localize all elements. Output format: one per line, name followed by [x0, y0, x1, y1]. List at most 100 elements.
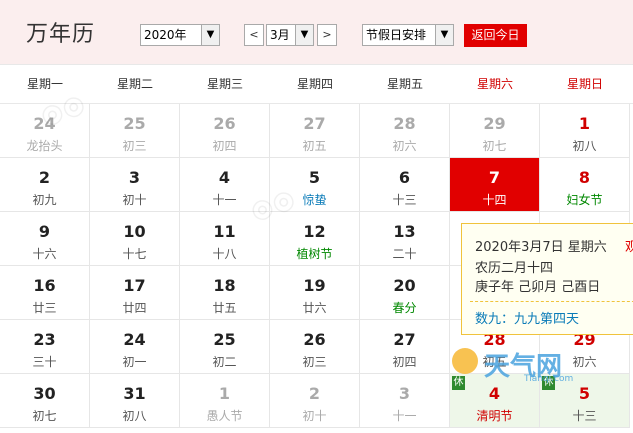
day-number: 8	[578, 168, 591, 187]
day-number: 9	[38, 222, 51, 241]
calendar-day-cell[interactable]: 24 初一	[90, 320, 180, 374]
lunar-label: 十六	[32, 247, 57, 261]
lunar-label: 初五	[302, 139, 327, 153]
lunar-label: 初四	[212, 139, 237, 153]
day-number: 25	[123, 114, 146, 133]
lunar-label: 春分	[392, 301, 417, 315]
weekday-label: 星期四	[296, 77, 333, 91]
day-number: 1	[218, 384, 231, 403]
lunar-label: 二十	[392, 247, 417, 261]
day-number: 3	[398, 384, 411, 403]
calendar-day-cell[interactable]: 30 初七	[0, 374, 90, 428]
day-number: 19	[303, 276, 326, 295]
weekday-label: 星期二	[116, 77, 153, 91]
day-number: 1	[578, 114, 591, 133]
popup-extra: 观	[625, 240, 633, 255]
holiday-value: 节假日安排	[366, 28, 427, 42]
brand-url: Tianqi.com	[524, 374, 574, 384]
back-to-today-button[interactable]: 返回今日	[464, 24, 527, 47]
calendar-day-cell[interactable]: 12 植树节	[270, 212, 360, 266]
brand-watermark: 天气网 Tianqi.com	[444, 344, 594, 388]
day-number: 3	[128, 168, 141, 187]
lunar-label: 初八	[122, 409, 147, 423]
chevron-down-icon: ▼	[435, 25, 453, 45]
weekday-label: 星期五	[386, 77, 423, 91]
lunar-label: 初七	[32, 409, 57, 423]
lunar-label: 廿四	[122, 301, 147, 315]
calendar-day-cell[interactable]: 27 初四	[360, 320, 450, 374]
prev-month-button[interactable]: <	[244, 24, 264, 46]
calendar-day-cell[interactable]: 8 妇女节	[540, 158, 630, 212]
calendar-day-cell[interactable]: 3 十一	[360, 374, 450, 428]
day-number: 16	[33, 276, 56, 295]
calendar-day-cell[interactable]: 10 十七	[90, 212, 180, 266]
calendar-day-cell[interactable]: 1 初八	[540, 104, 630, 158]
holiday-select[interactable]: 节假日安排 ▼	[362, 24, 454, 46]
lunar-label: 初七	[482, 139, 507, 153]
lunar-label: 初六	[392, 139, 417, 153]
day-number: 30	[33, 384, 56, 403]
lunar-label: 廿五	[212, 301, 237, 315]
lunar-label: 清明节	[476, 409, 513, 423]
header-bar: 万年历 2020年 ▼ < 3月 ▼ > 节假日安排 ▼ 返回今日	[0, 0, 633, 64]
calendar-day-cell[interactable]: 19 廿六	[270, 266, 360, 320]
calendar-day-cell[interactable]: 25 初三	[90, 104, 180, 158]
day-number: 24	[123, 330, 146, 349]
calendar-day-cell[interactable]: 13 二十	[360, 212, 450, 266]
lunar-label: 初十	[122, 193, 147, 207]
lunar-label: 初二	[212, 355, 237, 369]
lunar-label: 初八	[572, 139, 597, 153]
lunar-label: 十三	[572, 409, 597, 423]
weekday-label: 星期日	[566, 77, 603, 91]
calendar-day-cell[interactable]: 1 愚人节	[180, 374, 270, 428]
month-select[interactable]: 3月 ▼	[266, 24, 314, 46]
lunar-label: 十七	[122, 247, 147, 261]
calendar-day-cell[interactable]: 17 廿四	[90, 266, 180, 320]
lunar-label: 妇女节	[566, 193, 603, 207]
calendar-day-cell[interactable]: 27 初五	[270, 104, 360, 158]
lunar-label: 初一	[122, 355, 147, 369]
sun-icon	[452, 348, 478, 374]
day-number: 17	[123, 276, 146, 295]
calendar-day-cell[interactable]: 18 廿五	[180, 266, 270, 320]
calendar-day-cell[interactable]: 25 初二	[180, 320, 270, 374]
calendar-day-cell[interactable]: 20 春分	[360, 266, 450, 320]
calendar-day-cell[interactable]: 9 十六	[0, 212, 90, 266]
lunar-label: 廿六	[302, 301, 327, 315]
year-select[interactable]: 2020年 ▼	[140, 24, 220, 46]
calendar-day-cell[interactable]: 6 十三	[360, 158, 450, 212]
day-number: 31	[123, 384, 146, 403]
lunar-label: 初四	[392, 355, 417, 369]
app-title: 万年历	[26, 22, 96, 47]
lunar-label: 初三	[122, 139, 147, 153]
calendar-day-cell[interactable]: 2 初九	[0, 158, 90, 212]
calendar-day-cell[interactable]: 2 初十	[270, 374, 360, 428]
lunar-label: 十八	[212, 247, 237, 261]
calendar-day-cell[interactable]: 7 十四	[450, 158, 540, 212]
calendar-day-cell[interactable]: 31 初八	[90, 374, 180, 428]
chevron-down-icon: ▼	[201, 25, 219, 45]
calendar-day-cell[interactable]: 3 初十	[90, 158, 180, 212]
lunar-label: 十三	[392, 193, 417, 207]
lunar-label: 初十	[302, 409, 327, 423]
popup-lunar: 农历二月十四	[475, 261, 554, 276]
calendar-day-cell[interactable]: 29 初七	[450, 104, 540, 158]
chevron-down-icon: ▼	[295, 25, 313, 45]
next-month-button[interactable]: >	[317, 24, 337, 46]
lunar-label: 十四	[482, 193, 507, 207]
calendar-day-cell[interactable]: 26 初四	[180, 104, 270, 158]
weekday-header: 星期一 星期二 星期三 星期四 星期五 星期六 星期日	[0, 64, 633, 104]
day-number: 27	[303, 114, 326, 133]
calendar-day-cell[interactable]: 28 初六	[360, 104, 450, 158]
calendar-day-cell[interactable]: 26 初三	[270, 320, 360, 374]
day-number: 4	[218, 168, 231, 187]
day-number: 12	[303, 222, 326, 241]
calendar-day-cell[interactable]: 16 廿三	[0, 266, 90, 320]
day-number: 25	[213, 330, 236, 349]
day-number: 2	[308, 384, 321, 403]
day-number: 10	[123, 222, 146, 241]
day-number: 7	[488, 168, 501, 187]
lunar-label: 龙抬头	[26, 139, 63, 153]
day-number: 29	[483, 114, 506, 133]
calendar-day-cell[interactable]: 23 三十	[0, 320, 90, 374]
